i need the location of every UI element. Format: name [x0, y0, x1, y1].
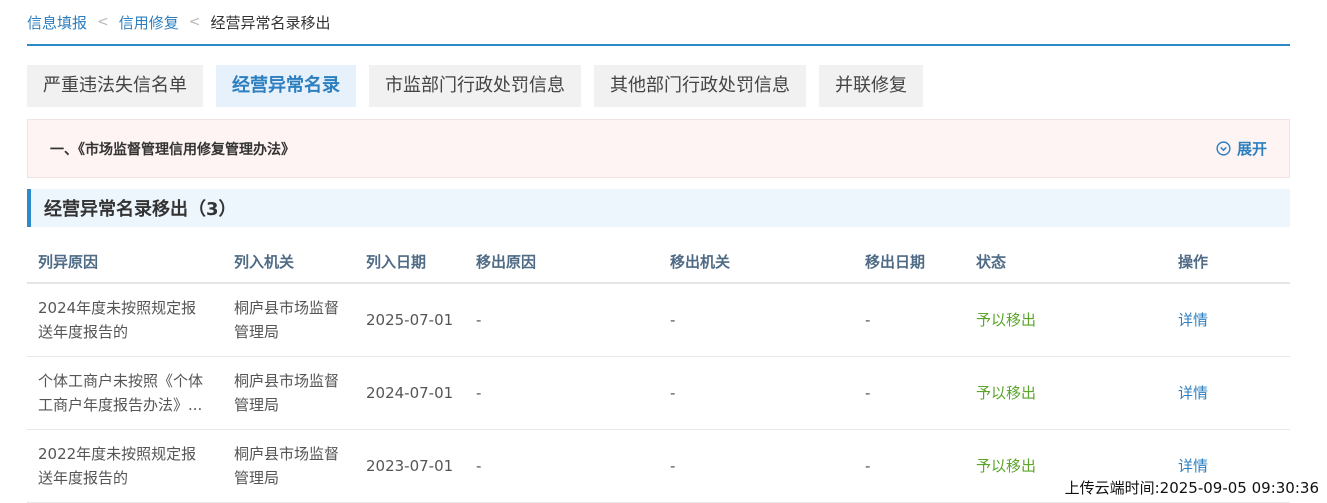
org-cell: 桐庐县市场监督 管理局: [234, 369, 354, 417]
out-date-cell: -: [865, 457, 871, 475]
out-reason-cell: -: [476, 311, 482, 329]
reason-line: 2022年度未按照规定报: [38, 445, 197, 463]
org-line: 管理局: [234, 396, 280, 414]
chevron-left-icon: <: [188, 14, 201, 30]
out-org-cell: -: [670, 311, 676, 329]
section-title: 经营异常名录移出（3）: [44, 199, 237, 220]
column-header: 操作: [1178, 252, 1209, 271]
upload-timestamp: 上传云端时间:2025-09-05 09:30:36: [1062, 476, 1321, 499]
policy-panel: 一、《市场监督管理信用修复管理办法》 展开: [27, 119, 1290, 178]
tab-market-penalty[interactable]: 市监部门行政处罚信息: [369, 65, 581, 107]
detail-link[interactable]: 详情: [1178, 454, 1258, 478]
breadcrumb-link-credit-repair[interactable]: 信用修复: [119, 12, 179, 33]
out-date-cell: -: [865, 384, 871, 402]
date-cell: 2023-07-01: [366, 457, 454, 475]
column-header: 列入日期: [366, 252, 427, 271]
org-line: 管理局: [234, 469, 280, 487]
out-reason-cell: -: [476, 384, 482, 402]
detail-link[interactable]: 详情: [1178, 308, 1258, 332]
org-cell: 桐庐县市场监督 管理局: [234, 442, 354, 490]
out-org-cell: -: [670, 384, 676, 402]
date-cell: 2024-07-01: [366, 384, 454, 402]
column-header: 移出机关: [670, 252, 731, 271]
tab-abnormal-operation[interactable]: 经营异常名录: [216, 65, 356, 107]
breadcrumb: 信息填报 < 信用修复 < 经营异常名录移出: [27, 0, 1290, 46]
column-header: 状态: [976, 252, 1007, 271]
out-date-cell: -: [865, 311, 871, 329]
org-line: 管理局: [234, 323, 280, 341]
column-header: 列异原因: [38, 252, 99, 271]
table-row: 2024年度未按照规定报 送年度报告的 桐庐县市场监督 管理局 2025-07-…: [27, 284, 1290, 357]
chevron-left-icon: <: [97, 14, 109, 30]
removal-table: 列异原因 列入机关 列入日期 移出原因 移出机关 移出日期 状态 操作 2024…: [27, 240, 1290, 503]
out-reason-cell: -: [476, 457, 482, 475]
reason-line: 个体工商户未按照《个体: [38, 372, 204, 390]
reason-line: 送年度报告的: [38, 469, 129, 487]
org-line: 桐庐县市场监督: [234, 299, 340, 317]
reason-line: 工商户年度报告办法》...: [38, 396, 203, 414]
expand-button[interactable]: 展开: [1216, 138, 1267, 159]
tab-other-penalty[interactable]: 其他部门行政处罚信息: [594, 65, 806, 107]
reason-cell: 2022年度未按照规定报 送年度报告的: [38, 442, 218, 490]
column-header: 移出日期: [865, 252, 926, 271]
tab-parallel-repair[interactable]: 并联修复: [819, 65, 923, 107]
status-badge: 予以移出: [976, 384, 1037, 402]
breadcrumb-link-info-report[interactable]: 信息填报: [27, 12, 87, 33]
policy-title: 一、《市场监督管理信用修复管理办法》: [50, 141, 295, 158]
org-line: 桐庐县市场监督: [234, 445, 340, 463]
table-row: 个体工商户未按照《个体 工商户年度报告办法》... 桐庐县市场监督 管理局 20…: [27, 357, 1290, 430]
date-cell: 2025-07-01: [366, 311, 454, 329]
status-badge: 予以移出: [976, 457, 1037, 475]
reason-line: 送年度报告的: [38, 323, 129, 341]
org-line: 桐庐县市场监督: [234, 372, 340, 390]
breadcrumb-current: 经营异常名录移出: [210, 13, 331, 32]
detail-link[interactable]: 详情: [1178, 381, 1258, 405]
reason-cell: 2024年度未按照规定报 送年度报告的: [38, 296, 218, 344]
reason-cell: 个体工商户未按照《个体 工商户年度报告办法》...: [38, 369, 218, 417]
org-cell: 桐庐县市场监督 管理局: [234, 296, 354, 344]
out-org-cell: -: [670, 457, 676, 475]
section-header: 经营异常名录移出（3）: [27, 189, 1290, 227]
status-badge: 予以移出: [976, 311, 1037, 329]
column-header: 列入机关: [234, 252, 295, 271]
tab-bar: 严重违法失信名单 经营异常名录 市监部门行政处罚信息 其他部门行政处罚信息 并联…: [27, 65, 923, 107]
tab-serious-violation[interactable]: 严重违法失信名单: [27, 65, 203, 107]
chevron-down-circle-icon: [1216, 141, 1231, 156]
reason-line: 2024年度未按照规定报: [38, 299, 197, 317]
table-header: 列异原因 列入机关 列入日期 移出原因 移出机关 移出日期 状态 操作: [27, 240, 1290, 284]
column-header: 移出原因: [476, 252, 537, 271]
expand-label: 展开: [1236, 140, 1267, 158]
